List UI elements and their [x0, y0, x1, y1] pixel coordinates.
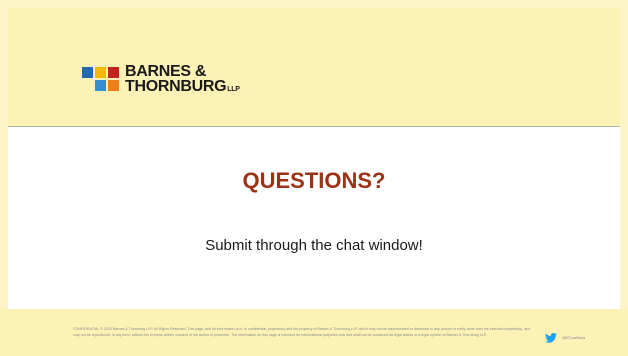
slide: BARNES & THORNBURGLLP QUESTIONS? Submit …	[0, 0, 628, 356]
slide-subtitle: Submit through the chat window!	[205, 237, 423, 254]
logo-square-yellow	[95, 67, 106, 78]
logo-square-light-blue	[95, 80, 106, 91]
slide-title: QUESTIONS?	[242, 168, 386, 193]
logo-square-blue	[82, 67, 93, 78]
barnes-thornburg-logo: BARNES & THORNBURGLLP	[82, 63, 282, 113]
slide-body: QUESTIONS? Submit through the chat windo…	[8, 127, 620, 309]
logo-square-red	[108, 67, 119, 78]
logo-text-line2: THORNBURGLLP	[125, 78, 240, 96]
slide-border-left	[0, 8, 8, 348]
twitter-bird-icon	[545, 333, 557, 343]
logo-text-thornburg: THORNBURG	[125, 78, 227, 95]
slide-border-right	[620, 8, 628, 348]
slide-footer: CONFIDENTIAL © 2020 Barnes & Thornburg L…	[0, 309, 628, 356]
slide-header: BARNES & THORNBURGLLP	[8, 8, 620, 126]
twitter-handle[interactable]: @BTLawNews	[562, 336, 585, 340]
logo-square-orange	[108, 80, 119, 91]
twitter-handle-group: @BTLawNews	[545, 333, 605, 345]
slide-border-top	[0, 0, 628, 8]
logo-text-llp: LLP	[227, 86, 240, 93]
confidentiality-disclaimer: CONFIDENTIAL © 2020 Barnes & Thornburg L…	[73, 327, 531, 337]
